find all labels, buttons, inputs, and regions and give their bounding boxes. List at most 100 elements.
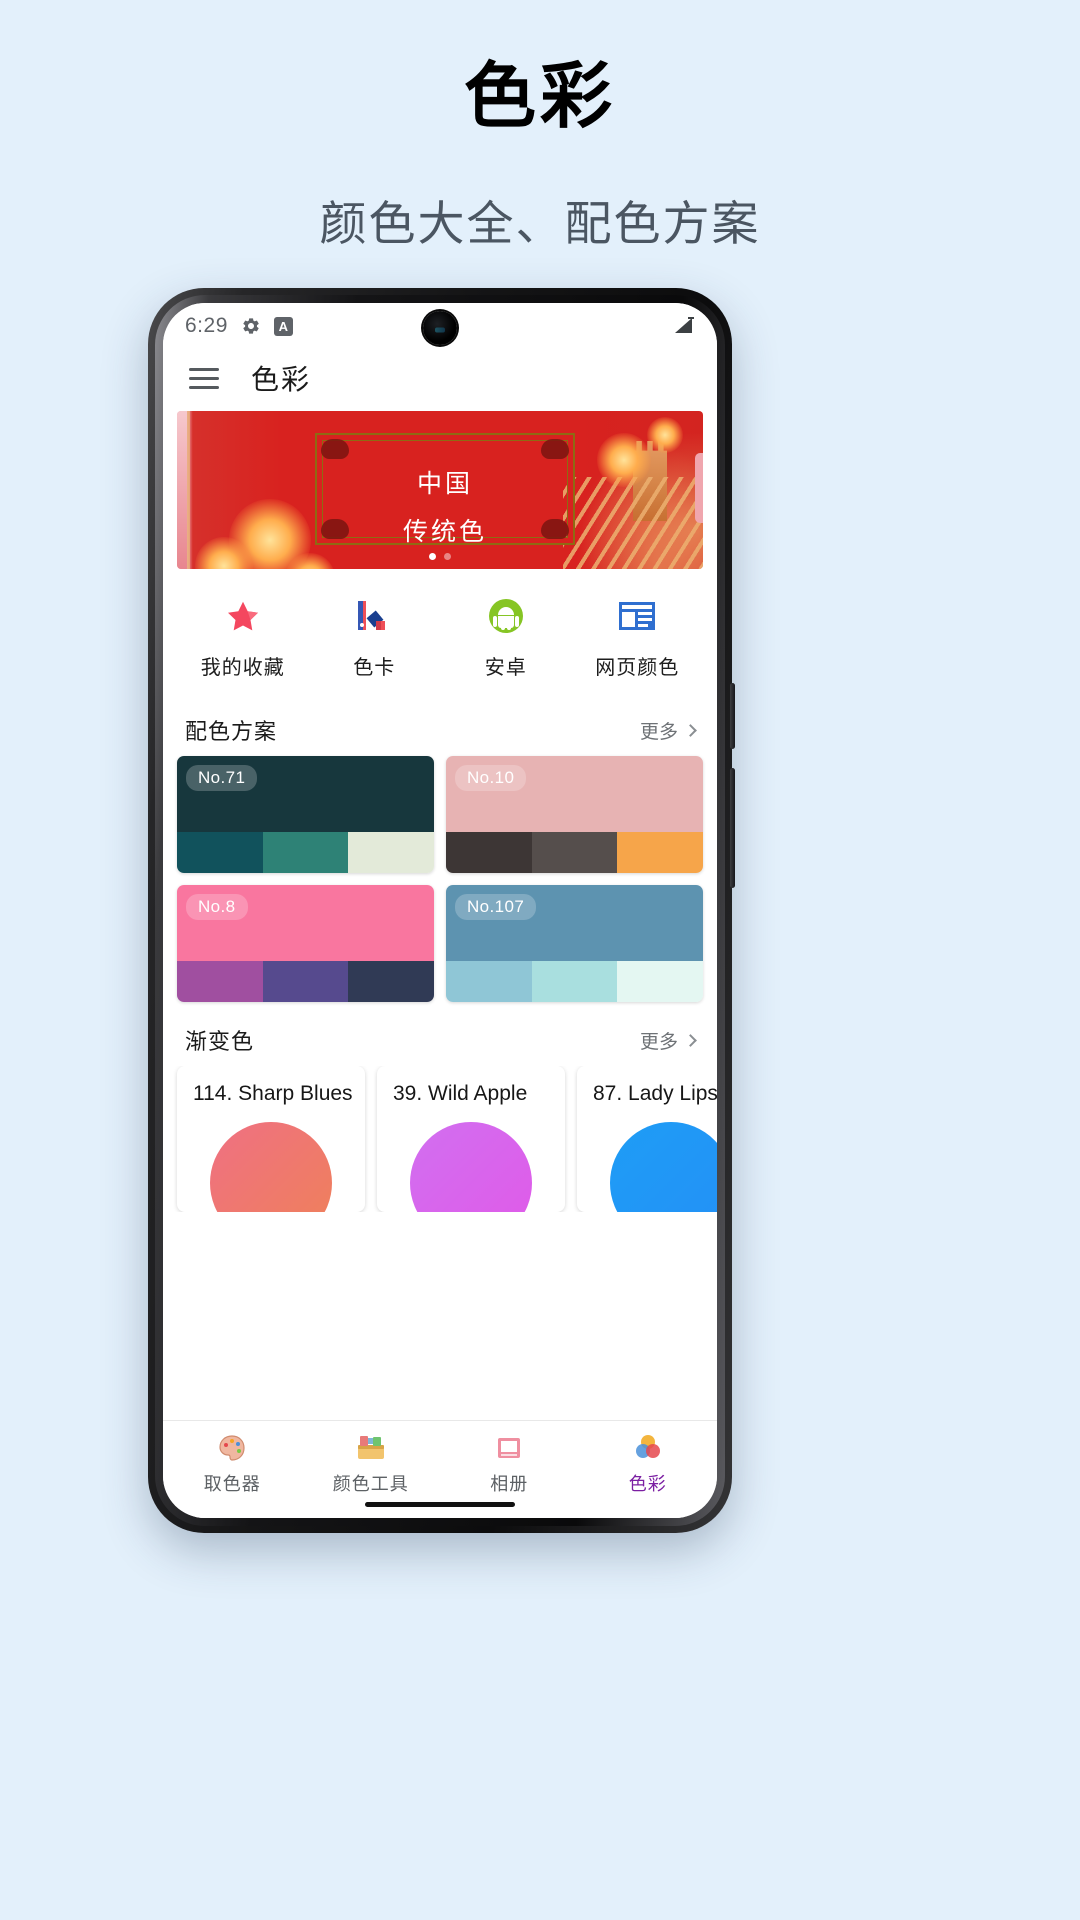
nav-label: 颜色工具 [332, 1474, 409, 1494]
palette-swatch[interactable] [617, 832, 703, 873]
front-camera [423, 311, 457, 345]
app-bar-title: 色彩 [251, 364, 312, 395]
palette-swatch[interactable] [348, 832, 434, 873]
firework-icon [597, 433, 651, 487]
quick-action-android[interactable]: 安卓 [440, 595, 572, 680]
banner-carousel[interactable]: 中国 传统色 [163, 407, 717, 569]
palette-swatch[interactable] [617, 961, 703, 1002]
quick-action-web-colors[interactable]: 网页颜色 [572, 595, 704, 680]
android-icon [440, 595, 572, 637]
palette-strip [446, 961, 703, 1002]
gradient-name: 39. Wild Apple [393, 1082, 528, 1105]
banner-gold-line [187, 411, 190, 569]
status-bar: 6:29 A [163, 303, 717, 349]
nav-item-color-picker[interactable]: 取色器 [163, 1431, 302, 1496]
palette-strip [446, 832, 703, 873]
gradient-preview [210, 1122, 332, 1212]
pager-dot-active[interactable] [429, 553, 436, 560]
quick-action-favorites[interactable]: 我的收藏 [177, 595, 309, 680]
bottom-navigation: 取色器 颜色工具 相册 色彩 [163, 1420, 717, 1518]
more-link-palettes[interactable]: 更多 [640, 717, 697, 744]
palette-card[interactable]: No.107 [446, 885, 703, 1002]
palette-main-color: No.71 [177, 756, 434, 832]
gradient-card[interactable]: 39. Wild Apple [377, 1066, 565, 1212]
gradient-card-row: 114. Sharp Blues 39. Wild Apple 87. Lady L… [163, 1066, 717, 1212]
chevron-right-icon [684, 1033, 697, 1047]
home-indicator[interactable] [365, 1502, 515, 1507]
palette-swatch[interactable] [446, 832, 532, 873]
webpage-icon [572, 595, 704, 637]
gradient-preview [410, 1122, 532, 1212]
gradient-name: 87. Lady Lips [593, 1082, 717, 1105]
power-button[interactable] [730, 768, 735, 888]
palette-swatch[interactable] [531, 832, 618, 873]
palette-swatch[interactable] [262, 961, 349, 1002]
app-toolbar: 色彩 [163, 349, 717, 407]
quick-action-label: 色卡 [353, 657, 396, 679]
section-header-palettes: 配色方案 更多 [163, 698, 717, 756]
phone-mockup: 6:29 A 色彩 中国 传统色 我的收藏 色卡 安卓 网页颜色 配色方案 更多… [148, 288, 735, 1533]
banner-slide[interactable]: 中国 传统色 [177, 411, 703, 569]
palette-card[interactable]: No.8 [177, 885, 434, 1002]
section-title: 配色方案 [185, 719, 278, 744]
palette-strip [177, 832, 434, 873]
color-tools-icon [302, 1431, 441, 1465]
quick-action-label: 安卓 [484, 657, 527, 679]
nav-item-colors[interactable]: 色彩 [579, 1431, 718, 1496]
palette-badge: No.107 [455, 894, 537, 920]
gradient-card[interactable]: 87. Lady Lips [577, 1066, 717, 1212]
palette-grid: No.71 No.10 No.8 No.107 [163, 756, 717, 1002]
quick-action-swatches[interactable]: 色卡 [309, 595, 441, 680]
palette-main-color: No.8 [177, 885, 434, 961]
hamburger-menu-icon[interactable] [189, 367, 219, 389]
gradient-card[interactable]: 114. Sharp Blues [177, 1066, 365, 1212]
palette-card[interactable]: No.71 [177, 756, 434, 873]
star-icon [177, 595, 309, 637]
nav-label: 取色器 [203, 1474, 261, 1494]
input-method-icon: A [273, 316, 293, 336]
palette-swatch[interactable] [262, 832, 349, 873]
palette-swatch[interactable] [177, 832, 263, 873]
swatch-icon [309, 595, 441, 637]
palette-main-color: No.107 [446, 885, 703, 961]
volume-button[interactable] [730, 683, 735, 749]
banner-frame: 中国 传统色 [315, 433, 575, 546]
cloud-ornament-icon [321, 439, 349, 459]
page-title: 色彩 [463, 57, 616, 137]
nav-item-album[interactable]: 相册 [440, 1431, 579, 1496]
banner-line-1: 中国 [416, 471, 473, 498]
palette-swatch[interactable] [446, 961, 532, 1002]
signal-icon [675, 317, 694, 333]
gradient-preview [610, 1122, 717, 1212]
colors-icon [579, 1431, 718, 1465]
nav-item-color-tools[interactable]: 颜色工具 [302, 1431, 441, 1496]
banner-line-2: 传统色 [402, 518, 487, 546]
palette-badge: No.71 [186, 765, 258, 791]
page-subtitle: 颜色大全、配色方案 [319, 197, 761, 251]
status-icons: A [241, 316, 293, 336]
gradient-name: 114. Sharp Blues [193, 1082, 353, 1105]
phone-screen: 6:29 A 色彩 中国 传统色 我的收藏 色卡 安卓 网页颜色 配色方案 更多… [163, 303, 717, 1518]
nav-label: 相册 [490, 1474, 529, 1494]
palette-swatch[interactable] [348, 961, 434, 1002]
section-header-gradients: 渐变色 更多 [163, 1002, 717, 1066]
quick-action-label: 网页颜色 [595, 657, 680, 679]
more-link-gradients[interactable]: 更多 [639, 1027, 697, 1054]
palette-badge: No.10 [455, 765, 527, 791]
pager-dot[interactable] [444, 553, 451, 560]
palette-swatch[interactable] [531, 961, 618, 1002]
cloud-ornament-icon [541, 439, 569, 459]
status-right-icons [673, 316, 697, 336]
album-icon [440, 1431, 579, 1465]
firework-icon [647, 417, 683, 453]
color-picker-icon [163, 1431, 302, 1465]
carousel-pager[interactable] [177, 553, 703, 560]
banner-right-edge [695, 453, 703, 523]
quick-actions-row: 我的收藏 色卡 安卓 网页颜色 [163, 569, 717, 698]
status-time: 6:29 [185, 314, 228, 337]
gear-icon [243, 318, 259, 334]
palette-card[interactable]: No.10 [446, 756, 703, 873]
more-label: 更多 [639, 1031, 678, 1053]
palette-swatch[interactable] [177, 961, 263, 1002]
banner-text: 中国 传统色 [317, 461, 573, 556]
